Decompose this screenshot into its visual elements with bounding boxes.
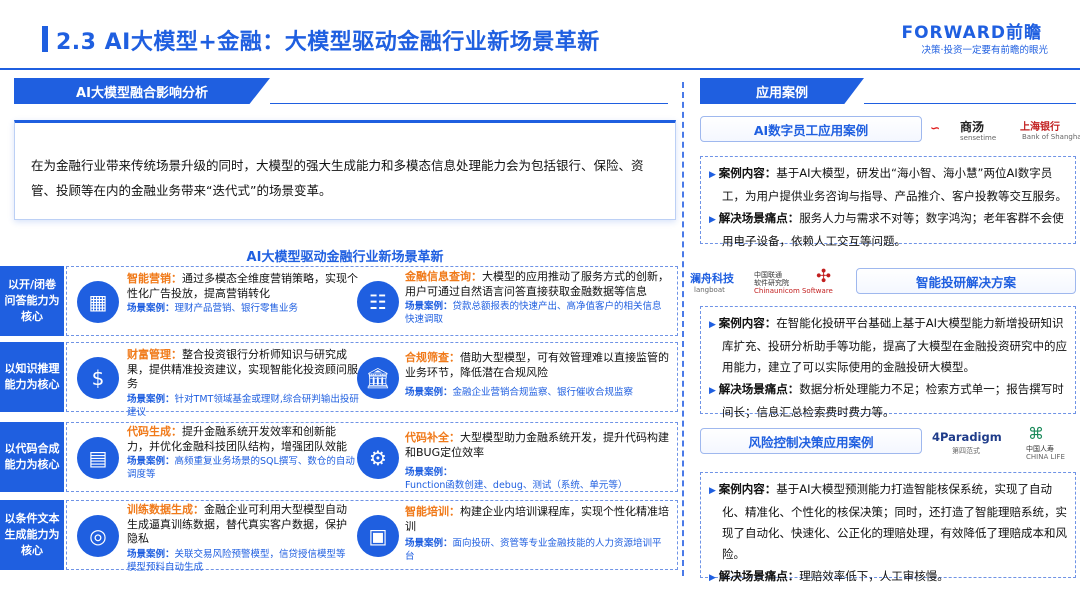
case-box: ▶ 案例内容：基于AI大模型，研发出“海小智、海小慧”两位AI数字员工，为用户提… xyxy=(700,156,1076,248)
list-item: 财富管理：整合投资银行分析师知识与研究成果，提供精准投资建议，实现智能化投资顾问… xyxy=(127,348,359,418)
header-divider xyxy=(0,68,1080,70)
list-item: 代码补全：大型模型助力金融系统开发，提升代码构建和BUG定位效率 场景案例：Fu… xyxy=(405,431,669,491)
section-title-left: AI大模型融合影响分析 xyxy=(14,78,270,104)
section-underline-right xyxy=(864,103,1076,104)
marketing-icon: ▦ xyxy=(77,281,119,323)
title-accent-bar xyxy=(42,26,48,52)
page-title: 2.3 AI大模型+金融：大模型驱动金融行业新场景革新 xyxy=(56,30,600,55)
bullet-icon: ▶ xyxy=(709,320,719,330)
row-box: $ 财富管理：整合投资银行分析师知识与研究成果，提供精准投资建议，实现智能化投资… xyxy=(66,342,678,418)
column-divider xyxy=(682,82,684,576)
case-title: AI数字员工应用案例 xyxy=(700,116,922,142)
presentation-icon: ☷ xyxy=(357,281,399,323)
partner-logos: ∽ 商汤 sensetime 上海银行 Bank of Shanghai xyxy=(930,120,1080,142)
brand-logo: FORWARD前瞻 xyxy=(901,23,1042,43)
partner-logos: 澜舟科技 langboat 中国联通 软件研究院 Chinaunicom Sof… xyxy=(690,266,833,295)
intro-text: 在为金融行业带来传统场景升级的同时，大模型的强大生成能力和多模态信息处理能力会为… xyxy=(14,120,676,220)
sensetime-logo: ∽ xyxy=(930,121,941,135)
bank-icon: 🏛 xyxy=(357,357,399,399)
list-item: 代码生成：提升金融系统开发效率和创新能力，并优化金融科技团队结构，增强团队效能 … xyxy=(127,425,355,480)
case-title: 风险控制决策应用案例 xyxy=(700,428,922,454)
bullet-icon: ▶ xyxy=(709,573,719,583)
money-bag-icon: $ xyxy=(77,357,119,399)
bullet-icon: ▶ xyxy=(709,215,719,225)
list-item: 智能营销：通过多模态全维度营销策略，实现个性化广告投放，提高营销转化 场景案例：… xyxy=(127,272,358,314)
row-box: ◎ 训练数据生成：金融企业可利用大型模型自动生成逼真训练数据，替代真实客户数据，… xyxy=(66,500,678,573)
list-item: 合规筛查：借助大型模型，可有效管理难以直接监管的业务环节，降低潜在合规风险 场景… xyxy=(405,351,669,398)
grid-title: AI大模型驱动金融行业新场景革新 xyxy=(246,250,444,265)
row-label: 以代码合成能力为核心 xyxy=(0,422,64,492)
bullet-icon: ▶ xyxy=(709,486,719,496)
row-box: ▦ 智能营销：通过多模态全维度营销策略，实现个性化广告投放，提高营销转化 场景案… xyxy=(66,266,678,336)
case-box: ▶ 案例内容：在智能化投研平台基础上基于AI大模型能力新增投研知识库扩充、投研分… xyxy=(700,306,1076,419)
case-title: 智能投研解决方案 xyxy=(856,268,1076,294)
partner-logos: 4Paradigm 第四范式 ⌘ 中国人寿 CHINA LIFE xyxy=(932,424,1065,461)
network-icon: ◎ xyxy=(77,515,119,557)
row-label: 以开/闭卷问答能力为核心 xyxy=(0,266,64,336)
section-underline-left xyxy=(270,103,668,104)
bullet-icon: ▶ xyxy=(709,170,719,180)
list-item: 智能培训：构建企业内培训课程库，实现个性化精准培训 场景案例：面向投研、资管等专… xyxy=(405,505,669,562)
row-box: ▤ 代码生成：提升金融系统开发效率和创新能力，并优化金融科技团队结构，增强团队效… xyxy=(66,422,678,492)
china-life-icon: ⌘ xyxy=(1028,424,1044,443)
code-icon: ▤ xyxy=(77,437,119,479)
case-box: ▶ 案例内容：基于AI大模型预测能力打造智能核保系统，实现了自动化、精准化、个性… xyxy=(700,472,1076,583)
list-item: 训练数据生成：金融企业可利用大型模型自动生成逼真训练数据，替代真实客户数据，保护… xyxy=(127,503,347,573)
code-patch-icon: ⚙ xyxy=(357,437,399,479)
unicom-knot-icon: ✣ xyxy=(816,266,832,287)
section-title-right: 应用案例 xyxy=(700,78,864,104)
brand-slogan: 决策·投资一定要有前瞻的眼光 xyxy=(921,45,1048,56)
row-label: 以知识推理能力为核心 xyxy=(0,342,64,412)
list-item: 金融信息查询：大模型的应用推动了服务方式的创新，用户可通过自然语言问答直接获取金… xyxy=(405,270,669,325)
bullet-icon: ▶ xyxy=(709,386,719,396)
row-label: 以条件文本生成能力为核心 xyxy=(0,500,64,570)
training-icon: ▣ xyxy=(357,515,399,557)
